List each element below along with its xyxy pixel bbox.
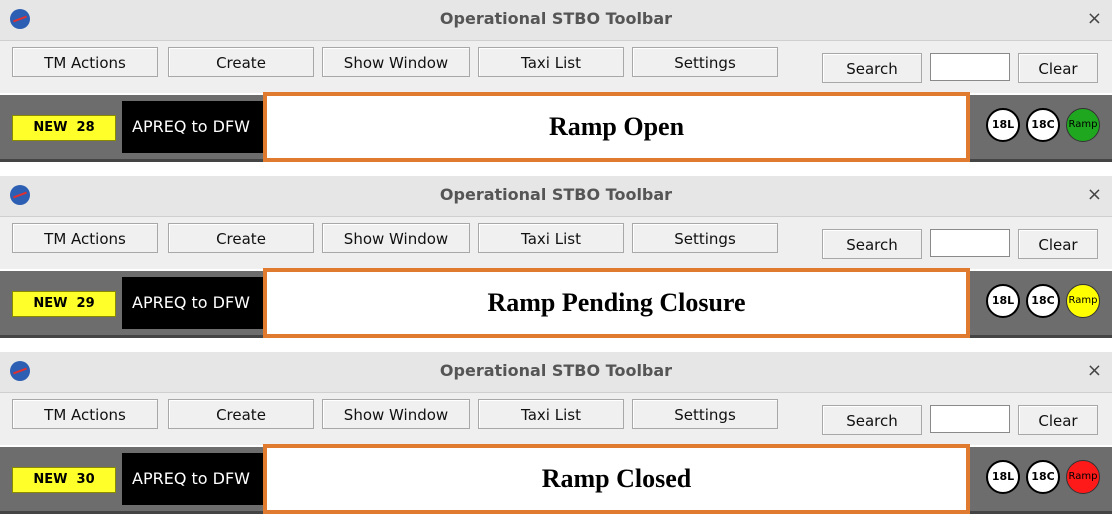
ramp-status-indicator[interactable]: Ramp xyxy=(1066,284,1100,318)
create-button[interactable]: Create xyxy=(168,47,314,77)
button-toolbar: TM Actions Create Show Window Taxi List … xyxy=(0,41,1112,93)
search-input[interactable] xyxy=(930,405,1010,433)
status-bar: NEW 28 APREQ to DFW Ramp Open 18L 18C Ra… xyxy=(0,92,1112,162)
settings-button[interactable]: Settings xyxy=(632,47,778,77)
window-title: Operational STBO Toolbar xyxy=(439,361,673,380)
stbo-toolbar-window: Operational STBO Toolbar × TM Actions Cr… xyxy=(0,0,1112,175)
runway-18l-indicator[interactable]: 18L xyxy=(986,284,1020,318)
search-button[interactable]: Search xyxy=(822,229,922,259)
ramp-status-callout: Ramp Open xyxy=(263,92,970,162)
search-input[interactable] xyxy=(930,229,1010,257)
clear-button[interactable]: Clear xyxy=(1018,53,1098,83)
create-button[interactable]: Create xyxy=(168,399,314,429)
apreq-label[interactable]: APREQ to DFW xyxy=(122,101,272,153)
create-button[interactable]: Create xyxy=(168,223,314,253)
show-window-button[interactable]: Show Window xyxy=(322,223,470,253)
show-window-button[interactable]: Show Window xyxy=(322,47,470,77)
runway-18l-indicator[interactable]: 18L xyxy=(986,108,1020,142)
ramp-status-callout: Ramp Closed xyxy=(263,444,970,514)
close-icon[interactable]: × xyxy=(1087,8,1102,29)
tm-actions-button[interactable]: TM Actions xyxy=(12,223,158,253)
apreq-label[interactable]: APREQ to DFW xyxy=(122,277,272,329)
status-bar: NEW 30 APREQ to DFW Ramp Closed 18L 18C … xyxy=(0,444,1112,514)
window-title: Operational STBO Toolbar xyxy=(439,185,673,204)
close-icon[interactable]: × xyxy=(1087,184,1102,205)
runway-18c-indicator[interactable]: 18C xyxy=(1026,284,1060,318)
window-title: Operational STBO Toolbar xyxy=(439,9,673,28)
clear-button[interactable]: Clear xyxy=(1018,405,1098,435)
ramp-status-indicator[interactable]: Ramp xyxy=(1066,108,1100,142)
status-bar: NEW 29 APREQ to DFW Ramp Pending Closure… xyxy=(0,268,1112,338)
new-count-badge[interactable]: NEW 28 xyxy=(12,115,116,141)
runway-18c-indicator[interactable]: 18C xyxy=(1026,108,1060,142)
close-icon[interactable]: × xyxy=(1087,360,1102,381)
window-titlebar[interactable]: Operational STBO Toolbar × xyxy=(0,0,1112,41)
window-titlebar[interactable]: Operational STBO Toolbar × xyxy=(0,176,1112,217)
runway-18l-indicator[interactable]: 18L xyxy=(986,460,1020,494)
button-toolbar: TM Actions Create Show Window Taxi List … xyxy=(0,393,1112,445)
settings-button[interactable]: Settings xyxy=(632,223,778,253)
show-window-button[interactable]: Show Window xyxy=(322,399,470,429)
settings-button[interactable]: Settings xyxy=(632,399,778,429)
stbo-toolbar-window: Operational STBO Toolbar × TM Actions Cr… xyxy=(0,176,1112,351)
clear-button[interactable]: Clear xyxy=(1018,229,1098,259)
taxi-list-button[interactable]: Taxi List xyxy=(478,399,624,429)
taxi-list-button[interactable]: Taxi List xyxy=(478,223,624,253)
tm-actions-button[interactable]: TM Actions xyxy=(12,47,158,77)
ramp-status-callout: Ramp Pending Closure xyxy=(263,268,970,338)
new-count-badge[interactable]: NEW 29 xyxy=(12,291,116,317)
stbo-toolbar-window: Operational STBO Toolbar × TM Actions Cr… xyxy=(0,352,1112,527)
tm-actions-button[interactable]: TM Actions xyxy=(12,399,158,429)
search-button[interactable]: Search xyxy=(822,53,922,83)
search-button[interactable]: Search xyxy=(822,405,922,435)
apreq-label[interactable]: APREQ to DFW xyxy=(122,453,272,505)
search-input[interactable] xyxy=(930,53,1010,81)
button-toolbar: TM Actions Create Show Window Taxi List … xyxy=(0,217,1112,269)
new-count-badge[interactable]: NEW 30 xyxy=(12,467,116,493)
runway-18c-indicator[interactable]: 18C xyxy=(1026,460,1060,494)
ramp-status-indicator[interactable]: Ramp xyxy=(1066,460,1100,494)
taxi-list-button[interactable]: Taxi List xyxy=(478,47,624,77)
window-titlebar[interactable]: Operational STBO Toolbar × xyxy=(0,352,1112,393)
